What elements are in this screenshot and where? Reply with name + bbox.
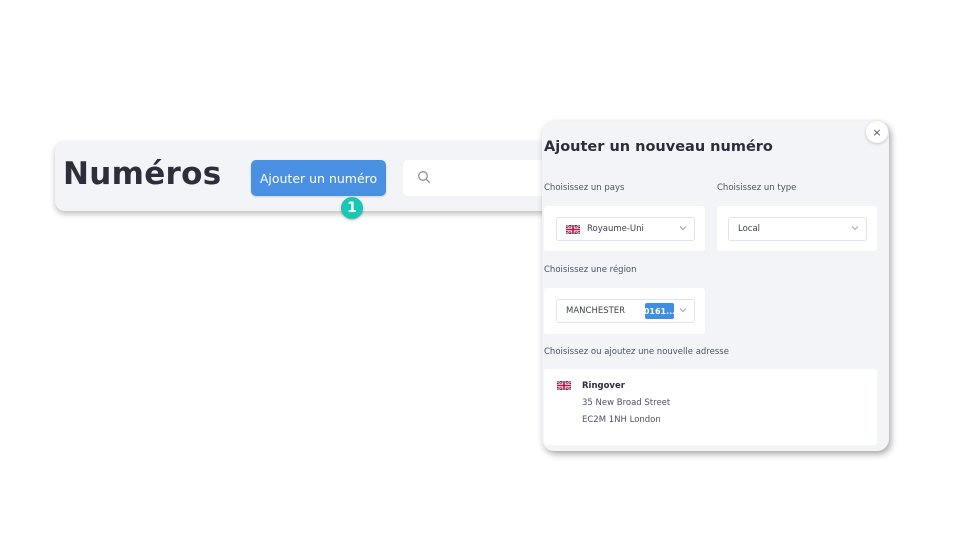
country-select[interactable]: Royaume-Uni (556, 217, 695, 241)
country-label: Choisissez un pays (544, 183, 625, 193)
uk-flag-icon (557, 381, 571, 390)
address-option[interactable]: Ringover 35 New Broad Street EC2M 1NH Lo… (544, 369, 877, 445)
address-label: Choisissez ou ajoutez une nouvelle adres… (544, 347, 729, 357)
address-line-2: EC2M 1NH London (582, 415, 661, 425)
chevron-down-icon (679, 226, 687, 231)
region-value: MANCHESTER (566, 306, 626, 316)
address-name: Ringover (582, 381, 625, 391)
type-select[interactable]: Local (728, 217, 867, 241)
modal-title: Ajouter un nouveau numéro (544, 139, 773, 155)
address-line-1: 35 New Broad Street (582, 398, 671, 408)
region-select[interactable]: MANCHESTER 0161... (556, 299, 695, 323)
chevron-down-icon (679, 308, 687, 313)
region-label: Choisissez une région (544, 265, 637, 275)
search-icon (418, 171, 431, 184)
region-prefix-badge: 0161... (644, 303, 675, 319)
add-number-button[interactable]: Ajouter un numéro (251, 160, 386, 196)
step-badge-1: 1 (341, 197, 363, 219)
country-value: Royaume-Uni (587, 224, 644, 234)
numbers-header: Numéros Ajouter un numéro (55, 141, 575, 211)
region-card: MANCHESTER 0161... (544, 288, 705, 334)
chevron-down-icon (851, 226, 859, 231)
country-card: Royaume-Uni (544, 206, 705, 251)
type-value: Local (738, 224, 761, 234)
uk-flag-icon (566, 224, 580, 234)
page-title: Numéros (63, 156, 222, 192)
type-label: Choisissez un type (717, 183, 797, 193)
type-card: Local (717, 206, 877, 251)
add-number-modal: × Ajouter un nouveau numéro Choisissez u… (542, 121, 889, 451)
close-button[interactable]: × (866, 121, 888, 143)
